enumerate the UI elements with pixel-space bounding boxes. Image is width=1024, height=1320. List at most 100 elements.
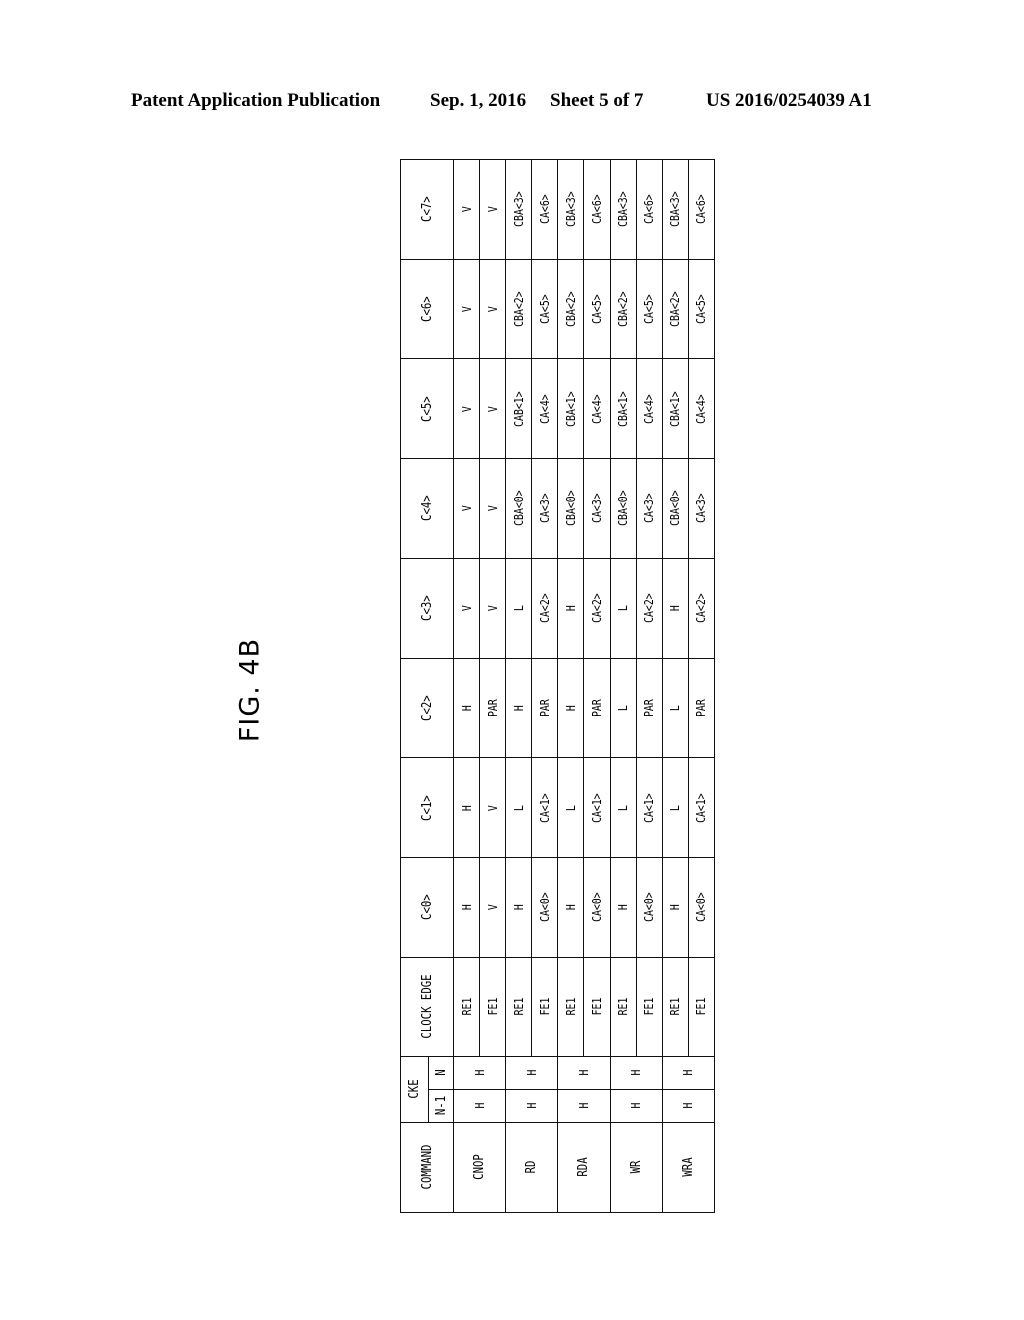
signal-cell-c7-falling: V — [479, 168, 506, 251]
signal-cell-c7-rising: V — [453, 168, 480, 251]
command-cell: RDA — [557, 1130, 611, 1205]
table-row: WR H H RE1 H L L L CBA<0> CBA<1> CBA<2> CBA<3> — [610, 159, 663, 1212]
cke-n-cell: H — [557, 1059, 611, 1087]
cke-n1-cell: H — [610, 1092, 663, 1120]
signal-cell-c6-rising: CBA<2> — [557, 268, 584, 351]
header-clock-edge: CLOCK EDGE — [400, 966, 454, 1048]
clock-edge-falling-cell: FE1 — [636, 966, 663, 1048]
command-cell: WRA — [662, 1130, 715, 1205]
signal-cell-c4-falling: CA<3> — [583, 467, 611, 550]
signal-cell-c5-rising: CBA<1> — [610, 367, 637, 450]
table-row: CNOP H H RE1 H H H V V V V V — [453, 159, 506, 1212]
cke-n1-cell: H — [505, 1092, 558, 1120]
signal-cell-c3-falling: CA<2> — [531, 567, 558, 650]
signal-cell-c7-falling: CA<6> — [531, 168, 558, 251]
header-c7: C<7> — [400, 168, 454, 251]
header-command: COMMAND — [400, 1130, 454, 1205]
table-row-falling-edge: FE1 V V PAR V V V V V — [479, 159, 506, 1212]
signal-cell-c5-rising: V — [453, 367, 480, 450]
signal-cell-c3-rising: L — [610, 567, 637, 650]
signal-cell-c6-rising: CBA<2> — [662, 268, 689, 351]
signal-cell-c6-rising: CBA<2> — [610, 268, 637, 351]
signal-cell-c5-falling: CA<4> — [636, 367, 663, 450]
signal-cell-c3-falling: CA<2> — [688, 567, 715, 650]
sheet-number: Sheet 5 of 7 — [550, 90, 644, 111]
clock-edge-rising-cell: RE1 — [662, 966, 689, 1048]
signal-cell-c1-rising: L — [505, 766, 532, 849]
clock-edge-falling-cell: FE1 — [479, 966, 506, 1048]
signal-cell-c4-rising: CBA<0> — [505, 467, 532, 550]
publication-title: Patent Application Publication — [131, 90, 381, 111]
header-c6: C<6> — [400, 268, 454, 351]
signal-cell-c6-falling: V — [479, 268, 506, 351]
signal-cell-c5-rising: CAB<1> — [505, 367, 532, 450]
signal-cell-c2-rising: H — [453, 667, 480, 750]
signal-cell-c1-falling: CA<1> — [531, 766, 558, 849]
cke-n-cell: H — [662, 1059, 715, 1087]
table-row: WRA H H RE1 H L L H CBA<0> CBA<1> CBA<2> CBA<3> — [662, 159, 715, 1212]
table-row-falling-edge: FE1 CA<0> CA<1> PAR CA<2> CA<3> CA<4> CA<5> CA<6… — [531, 159, 558, 1212]
signal-cell-c4-rising: CBA<0> — [610, 467, 637, 550]
signal-cell-c5-falling: CA<4> — [583, 367, 611, 450]
header-cke-n: N — [428, 1059, 454, 1087]
signal-cell-c2-falling: PAR — [531, 667, 558, 750]
header-c4: C<4> — [400, 467, 454, 550]
signal-cell-c1-falling: V — [479, 766, 506, 849]
signal-cell-c4-falling: CA<3> — [688, 467, 715, 550]
signal-cell-c0-falling: CA<0> — [531, 866, 558, 949]
signal-cell-c7-rising: CBA<3> — [610, 168, 637, 251]
header-cke: CKE — [400, 1062, 429, 1117]
clock-edge-falling-cell: FE1 — [531, 966, 558, 1048]
cke-n1-cell: H — [662, 1092, 715, 1120]
command-cell: WR — [610, 1130, 663, 1205]
signal-cell-c3-rising: L — [505, 567, 532, 650]
signal-cell-c0-falling: CA<0> — [636, 866, 663, 949]
signal-cell-c7-rising: CBA<3> — [557, 168, 584, 251]
signal-cell-c3-rising: H — [662, 567, 689, 650]
signal-cell-c5-falling: CA<4> — [688, 367, 715, 450]
signal-cell-c7-falling: CA<6> — [583, 168, 611, 251]
signal-cell-c0-falling: V — [479, 866, 506, 949]
cke-n-cell: H — [610, 1059, 663, 1087]
signal-cell-c6-rising: CBA<2> — [505, 268, 532, 351]
signal-cell-c2-rising: L — [610, 667, 637, 750]
header-c2: C<2> — [400, 667, 454, 750]
command-cell: CNOP — [453, 1130, 506, 1205]
header-c0: C<0> — [400, 866, 454, 949]
signal-cell-c0-rising: H — [453, 866, 480, 949]
signal-cell-c1-rising: L — [610, 766, 637, 849]
signal-cell-c4-falling: CA<3> — [636, 467, 663, 550]
signal-cell-c2-falling: PAR — [636, 667, 663, 750]
clock-edge-falling-cell: FE1 — [688, 966, 715, 1048]
header-c3: C<3> — [400, 567, 454, 650]
signal-cell-c5-rising: CBA<1> — [662, 367, 689, 450]
signal-cell-c1-rising: H — [453, 766, 480, 849]
signal-cell-c5-falling: CA<4> — [531, 367, 558, 450]
signal-cell-c4-falling: CA<3> — [531, 467, 558, 550]
signal-cell-c3-falling: CA<2> — [636, 567, 663, 650]
signal-cell-c0-falling: CA<0> — [688, 866, 715, 949]
patent-number: US 2016/0254039 A1 — [706, 90, 872, 111]
signal-cell-c7-rising: CBA<3> — [662, 168, 689, 251]
clock-edge-rising-cell: RE1 — [610, 966, 637, 1048]
signal-cell-c6-falling: CA<5> — [636, 268, 663, 351]
signal-cell-c0-falling: CA<0> — [583, 866, 611, 949]
signal-cell-c4-rising: CBA<0> — [557, 467, 584, 550]
signal-cell-c5-falling: V — [479, 367, 506, 450]
command-table: COMMAND CKE CLOCK EDGE C<0> C<1> C<2> C<… — [400, 159, 715, 1213]
signal-cell-c3-falling: V — [479, 567, 506, 650]
clock-edge-rising-cell: RE1 — [557, 966, 584, 1048]
signal-cell-c3-rising: V — [453, 567, 480, 650]
signal-cell-c7-falling: CA<6> — [636, 168, 663, 251]
signal-cell-c2-rising: H — [505, 667, 532, 750]
publication-date: Sep. 1, 2016 — [430, 90, 527, 111]
signal-cell-c1-rising: L — [662, 766, 689, 849]
signal-cell-c7-rising: CBA<3> — [505, 168, 532, 251]
command-cell: RD — [505, 1130, 558, 1205]
header-cke-n1: N-1 — [428, 1092, 454, 1120]
clock-edge-falling-cell: FE1 — [583, 966, 611, 1048]
cke-n-cell: H — [505, 1059, 558, 1087]
signal-cell-c4-falling: V — [479, 467, 506, 550]
signal-cell-c0-rising: H — [610, 866, 637, 949]
clock-edge-rising-cell: RE1 — [453, 966, 480, 1048]
